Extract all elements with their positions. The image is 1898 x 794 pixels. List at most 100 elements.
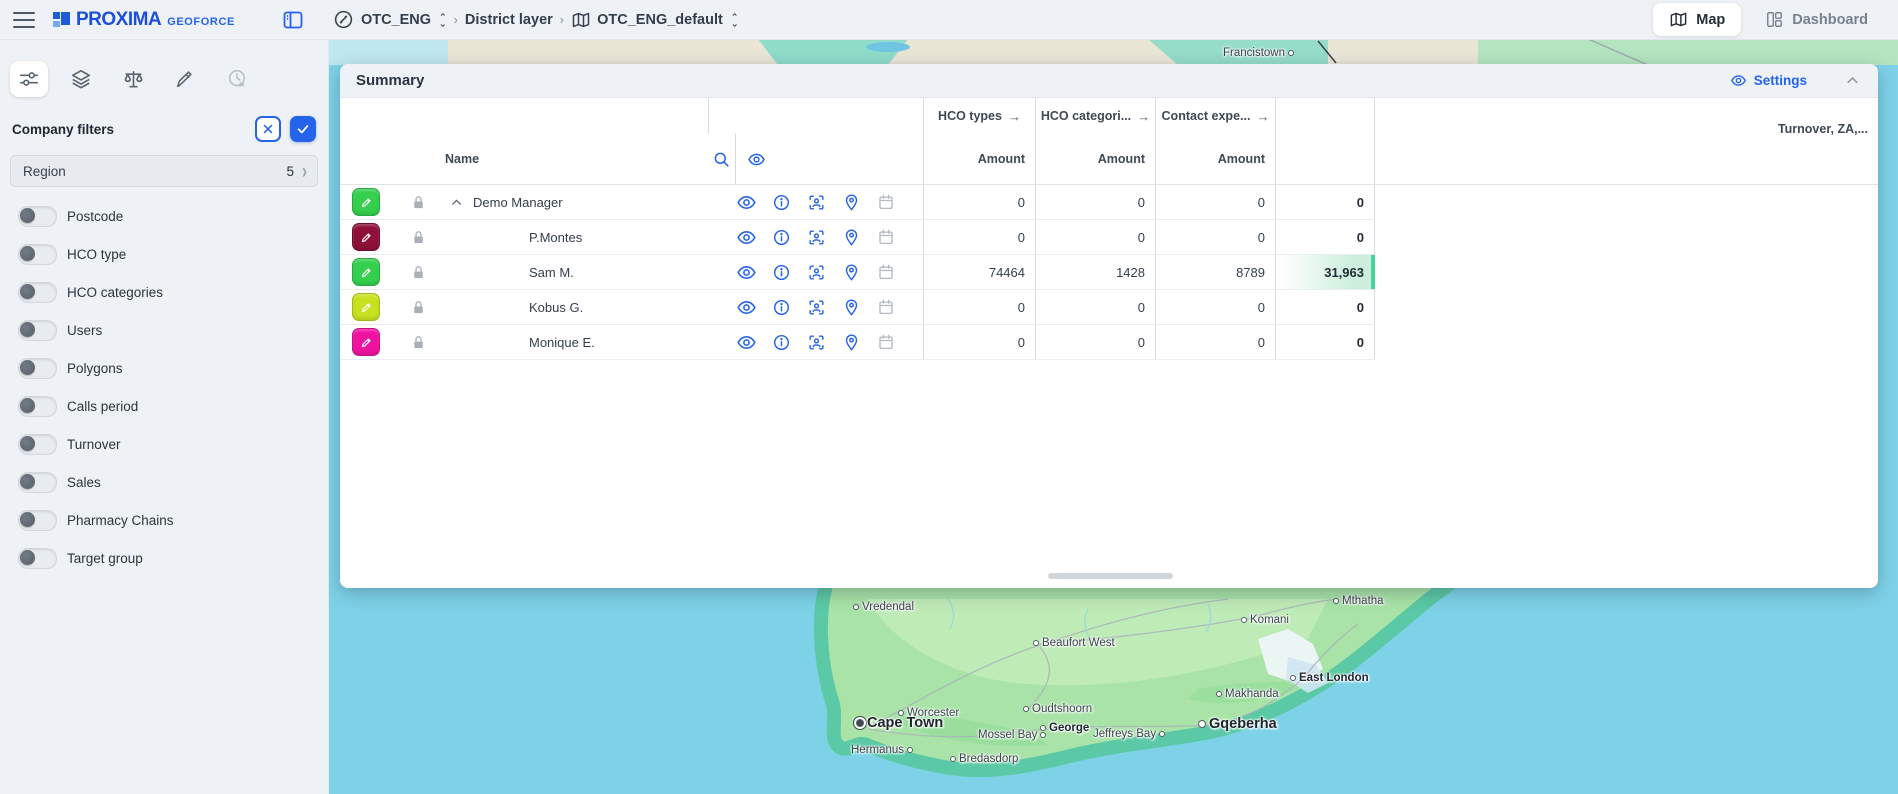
apply-filters-button[interactable] xyxy=(290,116,316,142)
breadcrumb-map[interactable]: OTC_ENG_default ⌃⌃ xyxy=(571,10,738,30)
toggle-switch[interactable] xyxy=(18,434,57,455)
lock-icon[interactable] xyxy=(410,299,427,316)
toggle-switch[interactable] xyxy=(18,548,57,569)
toggle-switch[interactable] xyxy=(18,396,57,417)
layers-tool-button[interactable] xyxy=(62,61,100,97)
close-icon xyxy=(261,122,275,136)
focus-user-button[interactable] xyxy=(805,296,827,318)
locate-pin-button[interactable] xyxy=(840,261,862,283)
filter-toggle[interactable]: HCO categories xyxy=(0,273,328,311)
focus-user-button[interactable] xyxy=(805,226,827,248)
calendar-button[interactable] xyxy=(875,191,897,213)
clear-filters-button[interactable] xyxy=(255,116,281,142)
user-focus-icon xyxy=(807,228,826,247)
pencil-edit-badge[interactable] xyxy=(352,223,380,251)
info-button[interactable] xyxy=(770,331,792,353)
search-button[interactable] xyxy=(708,134,735,184)
caret-up-icon[interactable] xyxy=(448,196,464,209)
column-header-amount-1[interactable]: Amount xyxy=(923,134,1035,184)
calendar-icon xyxy=(877,298,895,316)
toggle-switch[interactable] xyxy=(18,320,57,341)
draw-tool-button[interactable] xyxy=(166,61,204,97)
filter-toggle[interactable]: Users xyxy=(0,311,328,349)
info-button[interactable] xyxy=(770,296,792,318)
toggle-switch[interactable] xyxy=(18,244,57,265)
dashboard-view-button[interactable]: Dashboard xyxy=(1749,3,1884,36)
breadcrumb-project[interactable]: OTC_ENG ⌃⌃ xyxy=(361,12,447,28)
info-button[interactable] xyxy=(770,191,792,213)
project-switch-icon[interactable]: ⌃⌃ xyxy=(439,14,447,26)
app-logo[interactable]: PROXIMA GEOFORCE xyxy=(53,9,235,31)
pencil-edit-badge[interactable] xyxy=(352,293,380,321)
pencil-edit-badge[interactable] xyxy=(352,258,380,286)
toggle-switch[interactable] xyxy=(18,510,57,531)
column-group-hco-types[interactable]: HCO types→ xyxy=(923,98,1035,134)
collapse-panel-button[interactable] xyxy=(1845,73,1860,88)
column-header-turnover[interactable]: Turnover, ZA,... xyxy=(1688,122,1868,136)
horizontal-scrollbar[interactable] xyxy=(1048,573,1173,579)
compass-icon xyxy=(333,9,354,30)
table-row[interactable]: Demo Manager xyxy=(340,185,1375,220)
table-row[interactable]: P.Montes xyxy=(340,220,1375,255)
filter-toggle[interactable]: Turnover xyxy=(0,425,328,463)
focus-user-button[interactable] xyxy=(805,261,827,283)
filters-tool-button[interactable] xyxy=(10,61,48,97)
breadcrumb-layer[interactable]: District layer xyxy=(465,12,553,28)
table-row[interactable]: Monique E. xyxy=(340,325,1375,360)
toggle-switch[interactable] xyxy=(18,206,57,227)
lock-icon[interactable] xyxy=(410,264,427,281)
toggle-switch[interactable] xyxy=(18,282,57,303)
focus-user-button[interactable] xyxy=(805,331,827,353)
show-on-map-button[interactable] xyxy=(735,226,757,248)
calendar-button[interactable] xyxy=(875,331,897,353)
toggle-switch[interactable] xyxy=(18,358,57,379)
column-header-amount-2[interactable]: Amount xyxy=(1035,134,1155,184)
filter-toggle[interactable]: Sales xyxy=(0,463,328,501)
filter-toggle[interactable]: Postcode xyxy=(0,197,328,235)
history-tool-button[interactable] xyxy=(218,61,256,97)
focus-user-button[interactable] xyxy=(805,191,827,213)
filter-toggle[interactable]: HCO type xyxy=(0,235,328,273)
calendar-button[interactable] xyxy=(875,261,897,283)
visibility-column-button[interactable] xyxy=(735,134,923,184)
toggle-switch[interactable] xyxy=(18,472,57,493)
row-name: Demo Manager xyxy=(473,195,563,210)
toggle-label: Polygons xyxy=(67,361,123,376)
lock-icon[interactable] xyxy=(410,229,427,246)
map-switch-icon[interactable]: ⌃⌃ xyxy=(731,14,739,26)
calendar-button[interactable] xyxy=(875,296,897,318)
column-group-contact-expenses[interactable]: Contact expe...→ xyxy=(1155,98,1275,134)
pencil-edit-badge[interactable] xyxy=(352,328,380,356)
locate-pin-button[interactable] xyxy=(840,331,862,353)
locate-pin-button[interactable] xyxy=(840,296,862,318)
show-on-map-button[interactable] xyxy=(735,331,757,353)
filter-toggle[interactable]: Target group xyxy=(0,539,328,577)
show-on-map-button[interactable] xyxy=(735,191,757,213)
pencil-edit-badge[interactable] xyxy=(352,188,380,216)
filter-toggle[interactable]: Pharmacy Chains xyxy=(0,501,328,539)
pencil-icon xyxy=(360,266,373,279)
map-view-button[interactable]: Map xyxy=(1653,3,1741,36)
locate-pin-button[interactable] xyxy=(840,226,862,248)
table-row[interactable]: Kobus G. xyxy=(340,290,1375,325)
filter-toggle[interactable]: Calls period xyxy=(0,387,328,425)
compare-tool-button[interactable] xyxy=(114,61,152,97)
region-filter[interactable]: Region 5 › xyxy=(10,155,318,187)
lock-icon[interactable] xyxy=(410,334,427,351)
info-button[interactable] xyxy=(770,261,792,283)
filter-toggle[interactable]: Polygons xyxy=(0,349,328,387)
settings-button[interactable]: Settings xyxy=(1730,72,1807,89)
table-row[interactable]: Sam M. xyxy=(340,255,1375,290)
lock-icon[interactable] xyxy=(410,194,427,211)
column-header-amount-3[interactable]: Amount xyxy=(1155,134,1275,184)
info-button[interactable] xyxy=(770,226,792,248)
left-sidebar: Company filters Region 5 › Postcode HCO … xyxy=(0,39,329,794)
show-on-map-button[interactable] xyxy=(735,261,757,283)
calendar-button[interactable] xyxy=(875,226,897,248)
hamburger-menu-icon[interactable] xyxy=(13,12,35,28)
column-header-name[interactable]: Name xyxy=(340,134,708,184)
sidebar-toggle-icon[interactable] xyxy=(281,8,305,32)
locate-pin-button[interactable] xyxy=(840,191,862,213)
show-on-map-button[interactable] xyxy=(735,296,757,318)
column-group-hco-categories[interactable]: HCO categori...→ xyxy=(1035,98,1155,134)
